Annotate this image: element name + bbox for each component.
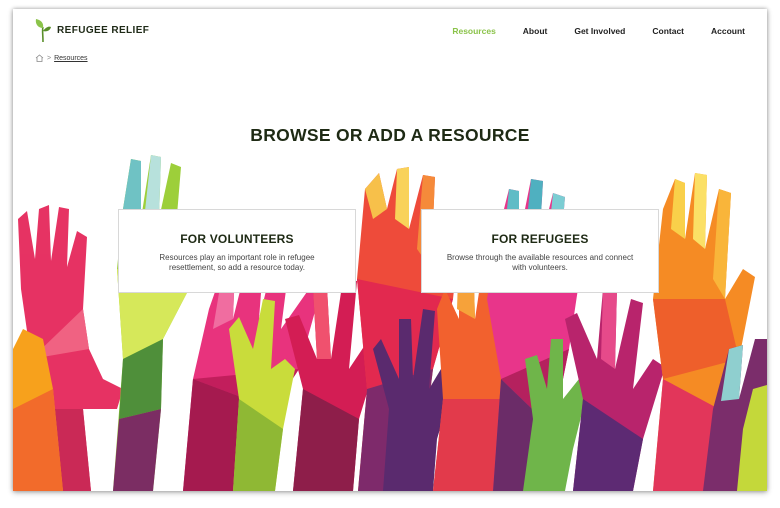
nav-resources[interactable]: Resources [452, 26, 495, 36]
browser-page: REFUGEE RELIEF Resources About Get Invol… [13, 9, 767, 491]
breadcrumb: > Resources [35, 54, 88, 62]
brand-logo[interactable]: REFUGEE RELIEF [35, 18, 149, 42]
volunteers-card-text: Resources play an important role in refu… [159, 253, 315, 272]
nav-get-involved[interactable]: Get Involved [574, 26, 625, 36]
breadcrumb-separator: > [47, 54, 52, 62]
nav-account[interactable]: Account [711, 26, 745, 36]
page-title: BROWSE OR ADD A RESOURCE [250, 125, 530, 145]
refugees-card[interactable]: FOR REFUGEES Browse through the availabl… [421, 209, 659, 293]
nav-about[interactable]: About [523, 26, 548, 36]
volunteers-card[interactable]: FOR VOLUNTEERS Resources play an importa… [118, 209, 356, 293]
breadcrumb-current[interactable]: Resources [54, 55, 87, 62]
nav-contact[interactable]: Contact [652, 26, 684, 36]
volunteers-card-title: FOR VOLUNTEERS [180, 232, 294, 246]
raised-hands-illustration [13, 155, 767, 491]
refugees-card-text: Browse through the available resources a… [446, 253, 634, 272]
sprout-icon [35, 19, 51, 42]
refugees-card-title: FOR REFUGEES [491, 232, 589, 246]
main-nav: Resources About Get Involved Contact Acc… [452, 26, 745, 36]
brand-name: REFUGEE RELIEF [57, 24, 150, 36]
home-icon[interactable] [35, 54, 44, 62]
